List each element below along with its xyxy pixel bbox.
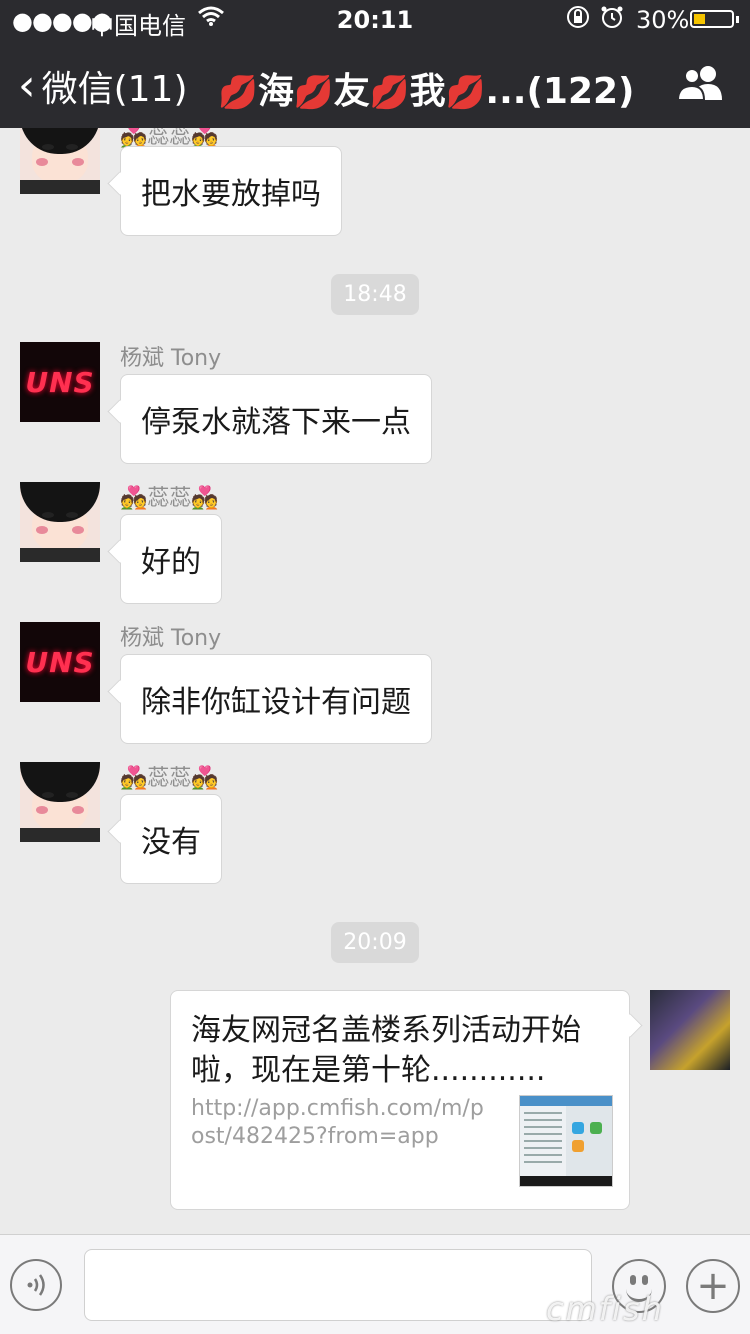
battery-percent: 30% [636,6,690,34]
status-bar: ●●●●● 中国电信 20:11 30% [0,0,750,40]
group-members-icon[interactable] [676,62,726,102]
sender-name: 杨斌 Tony [120,346,222,371]
alarm-icon [600,5,624,35]
more-options-button[interactable]: + [686,1259,740,1313]
message-input[interactable] [84,1249,592,1321]
title-part: 海 [257,71,294,112]
link-card-title: 海友网冠名盖楼系列活动开始啦，现在是第十轮............ [191,1013,581,1088]
timestamp: 18:48 [0,274,750,315]
avatar-maruko[interactable] [20,128,100,194]
sender-name: 💑蕊蕊💑 [120,766,219,791]
lips-icon: 💋 [218,73,258,111]
title-part: 友 [333,71,370,112]
back-button[interactable]: ‹ 微信(11) [18,60,188,112]
link-card-url: http://app.cmfish.com/m/post/482425?from… [191,1096,484,1149]
lips-icon: 💋 [445,73,486,111]
title-part: 我 [409,71,446,112]
voice-icon [27,1274,45,1296]
message-bubble[interactable]: 好的 [120,514,222,604]
battery-fill [694,14,705,24]
avatar-uns[interactable]: UNS [20,342,100,422]
watermark: cmfish [546,1290,664,1328]
avatar-maruko[interactable] [20,482,100,562]
voice-input-button[interactable] [10,1259,62,1311]
plus-icon: + [696,1263,730,1309]
lips-icon: 💋 [369,73,410,111]
battery-icon [690,10,739,28]
avatar-self-fish[interactable] [650,990,730,1070]
link-card-bubble[interactable]: 海友网冠名盖楼系列活动开始啦，现在是第十轮............ http:/… [170,990,630,1210]
chevron-left-icon: ‹ [18,60,36,111]
message-bubble[interactable]: 把水要放掉吗 [120,146,342,236]
title-part: ...(122) [485,71,635,112]
link-card-thumbnail [519,1095,613,1187]
chat-area[interactable]: 💑蕊蕊💑 把水要放掉吗 18:48 UNS 杨斌 Tony 停泵水就落下来一点 … [0,128,750,1234]
sender-name: 💑蕊蕊💑 [120,486,219,511]
chat-title: 💋海💋友💋我💋...(122) [218,62,635,114]
top-bar: ●●●●● 中国电信 20:11 30% ‹ 微信(11) 💋海💋友💋我💋...… [0,0,750,128]
sender-name: 杨斌 Tony [120,626,222,651]
rotation-lock-icon [566,5,590,35]
timestamp-label: 20:09 [331,922,419,963]
message-bubble[interactable]: 没有 [120,794,222,884]
back-label: 微信(11) [41,69,188,110]
avatar-uns-text: UNS [25,645,95,679]
lips-icon: 💋 [293,73,334,111]
timestamp: 20:09 [0,922,750,963]
avatar-maruko[interactable] [20,762,100,842]
avatar-uns-text: UNS [25,365,95,399]
nav-bar: ‹ 微信(11) 💋海💋友💋我💋...(122) [0,40,750,128]
message-bubble[interactable]: 停泵水就落下来一点 [120,374,432,464]
message-bubble[interactable]: 除非你缸设计有问题 [120,654,432,744]
avatar-uns[interactable]: UNS [20,622,100,702]
timestamp-label: 18:48 [331,274,419,315]
